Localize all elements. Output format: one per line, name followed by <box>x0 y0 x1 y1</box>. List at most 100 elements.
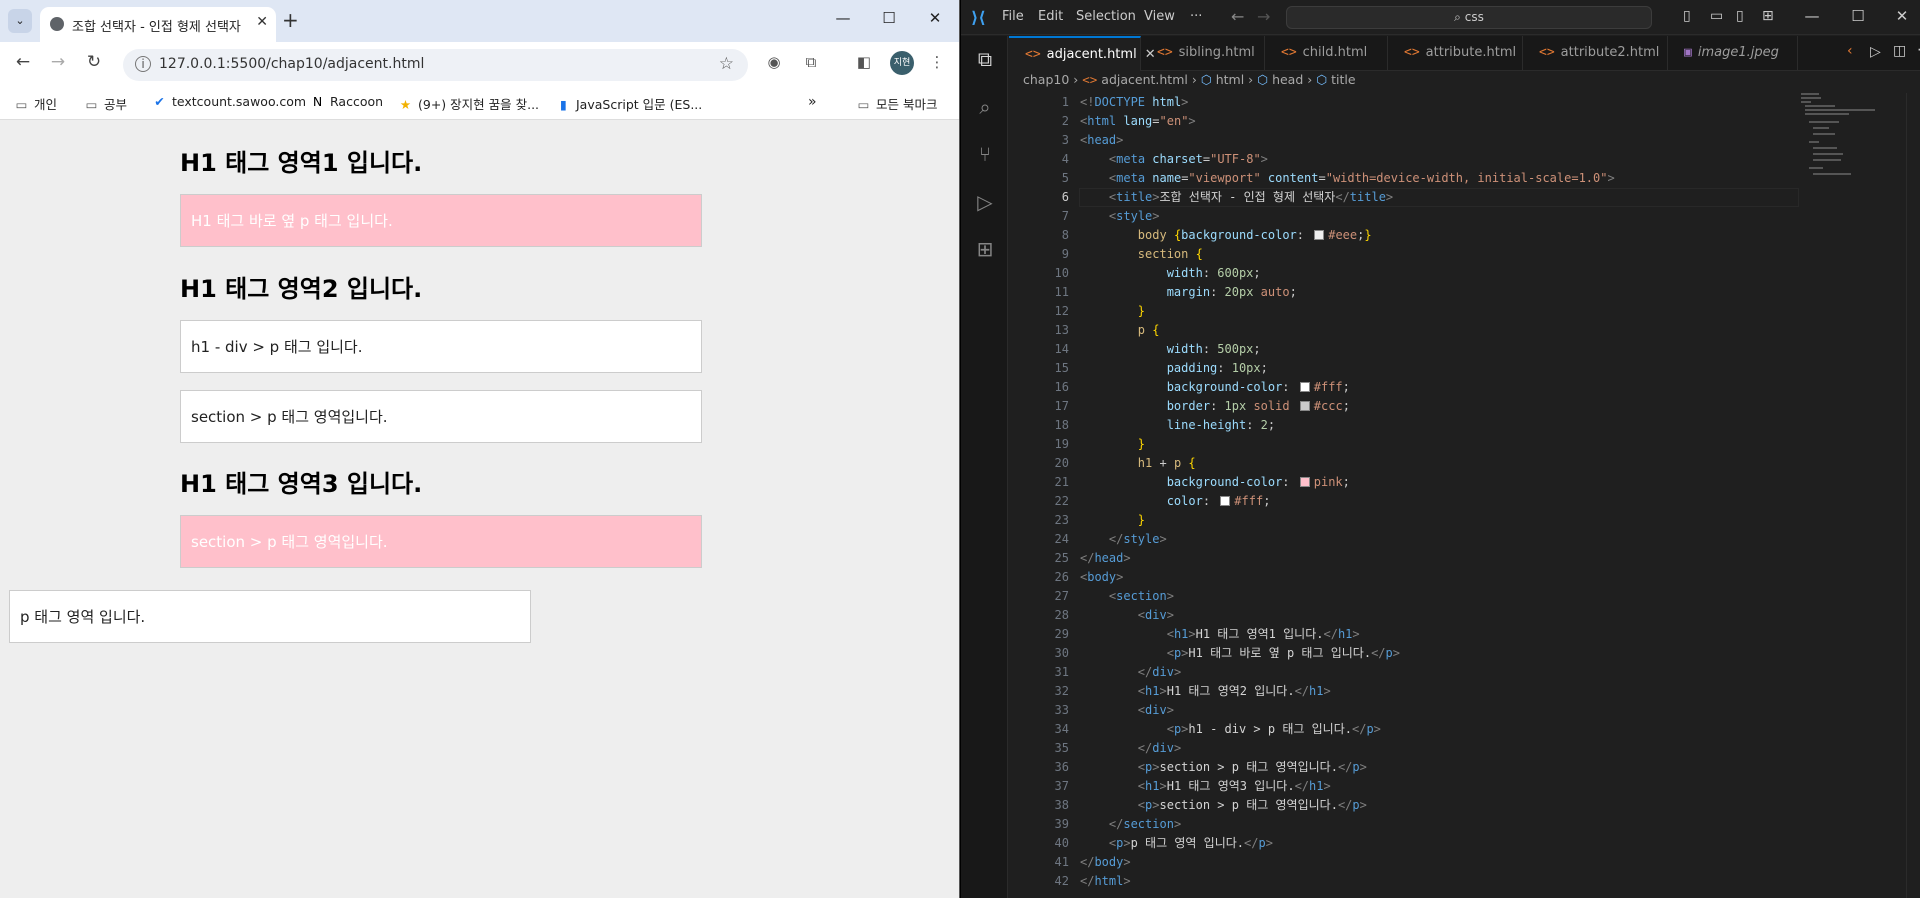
site-info-icon[interactable]: i <box>135 56 151 72</box>
run-debug-icon[interactable]: ▷ <box>972 189 998 215</box>
tab-attribute-html[interactable]: <> attribute.html <box>1388 36 1523 71</box>
code-line[interactable]: </div> <box>1080 663 1181 682</box>
more-bookmarks-button[interactable]: » <box>808 94 817 110</box>
menu-file[interactable]: File <box>1002 9 1024 24</box>
menu-edit[interactable]: Edit <box>1038 9 1063 24</box>
code-line[interactable]: <section> <box>1080 587 1174 606</box>
code-line[interactable]: </section> <box>1080 815 1181 834</box>
code-line[interactable]: p { <box>1080 321 1160 340</box>
code-line[interactable]: <head> <box>1080 131 1123 150</box>
code-line[interactable]: line-height: 2; <box>1080 416 1275 435</box>
code-line[interactable]: <h1>H1 태그 영역3 입니다.</h1> <box>1080 777 1331 796</box>
code-line[interactable]: } <box>1080 511 1145 530</box>
code-line[interactable]: <!DOCTYPE html> <box>1080 93 1188 112</box>
code-line[interactable]: <h1>H1 태그 영역1 입니다.</h1> <box>1080 625 1360 644</box>
address-bar[interactable]: i 127.0.0.1:5500/chap10/adjacent.html ☆ <box>123 49 748 81</box>
back-button[interactable]: ← <box>11 52 35 72</box>
editor-scrollbar[interactable] <box>1906 93 1920 898</box>
code-line[interactable]: section { <box>1080 245 1203 264</box>
code-line[interactable]: <h1>H1 태그 영역2 입니다.</h1> <box>1080 682 1331 701</box>
code-line[interactable]: background-color: #fff; <box>1080 378 1350 397</box>
code-line[interactable]: <p>p 태그 영역 입니다.</p> <box>1080 834 1273 853</box>
code-line[interactable]: padding: 10px; <box>1080 359 1268 378</box>
minimap[interactable] <box>1801 93 1875 183</box>
code-line[interactable]: </div> <box>1080 739 1181 758</box>
tab-search-button[interactable]: ⌄ <box>8 9 32 33</box>
vscode-close-button[interactable]: ✕ <box>1887 7 1917 25</box>
bookmark-item[interactable]: ▮ JavaScript 입문 (ES... <box>556 94 702 113</box>
run-icon[interactable]: ▷ <box>1870 44 1881 60</box>
code-line[interactable]: <p>section > p 태그 영역입니다.</p> <box>1080 758 1367 777</box>
camera-icon[interactable]: ◉ <box>762 53 786 71</box>
split-editor-icon[interactable]: ◫ <box>1893 43 1906 59</box>
code-line[interactable]: <div> <box>1080 701 1174 720</box>
source-control-icon[interactable]: ⑂ <box>972 141 998 167</box>
bookmark-folder[interactable]: ▭ 공부 <box>84 94 127 113</box>
code-line[interactable]: </style> <box>1080 530 1167 549</box>
menu-view[interactable]: View <box>1144 9 1175 24</box>
code-line[interactable]: <body> <box>1080 568 1123 587</box>
code-line[interactable]: width: 500px; <box>1080 340 1261 359</box>
code-line[interactable]: <html lang="en"> <box>1080 112 1196 131</box>
code-line[interactable]: <meta name="viewport" content="width=dev… <box>1080 169 1615 188</box>
toggle-primary-sidebar-icon[interactable]: ▯ <box>1683 8 1691 24</box>
all-bookmarks-folder[interactable]: ▭ 모든 북마크 <box>856 94 938 113</box>
command-center-search[interactable]: ⌕ css <box>1286 6 1652 29</box>
tab-child-html[interactable]: <> child.html <box>1265 36 1388 71</box>
bookmark-folder[interactable]: ▭ 개인 <box>14 94 57 113</box>
vscode-maximize-button[interactable]: ☐ <box>1843 7 1873 25</box>
bookmark-star-icon[interactable]: ☆ <box>719 54 734 74</box>
code-line[interactable]: <p>section > p 태그 영역입니다.</p> <box>1080 796 1367 815</box>
nav-back-icon[interactable]: ← <box>1231 7 1244 26</box>
bookmark-item[interactable]: ★ (9+) 장지현 꿈을 찾... <box>398 94 539 113</box>
more-menu-icon[interactable]: ⋮ <box>925 53 949 71</box>
code-line[interactable]: background-color: pink; <box>1080 473 1350 492</box>
code-line[interactable]: color: #fff; <box>1080 492 1271 511</box>
code-line[interactable]: <p>h1 - div > p 태그 입니다.</p> <box>1080 720 1381 739</box>
tab-attribute2-html[interactable]: <> attribute2.html <box>1523 36 1668 71</box>
tab-sibling-html[interactable]: <> sibling.html <box>1141 36 1265 71</box>
code-line[interactable]: </html> <box>1080 872 1131 891</box>
menu-selection[interactable]: Selection <box>1076 9 1136 24</box>
explorer-icon[interactable]: ⧉ <box>972 46 998 72</box>
new-tab-button[interactable]: + <box>282 8 299 32</box>
bookmark-item[interactable]: N Raccoon <box>310 94 383 109</box>
search-icon[interactable]: ⌕ <box>972 94 998 120</box>
vscode-minimize-button[interactable]: — <box>1797 7 1827 25</box>
menu-more[interactable]: ··· <box>1190 9 1202 24</box>
code-line[interactable]: border: 1px solid #ccc; <box>1080 397 1350 416</box>
close-window-button[interactable]: ✕ <box>920 9 950 27</box>
extensions-icon[interactable]: ⧉ <box>799 53 823 71</box>
code-line[interactable]: <div> <box>1080 606 1174 625</box>
maximize-button[interactable]: ☐ <box>874 9 904 27</box>
side-panel-icon[interactable]: ◧ <box>852 53 876 71</box>
code-line[interactable]: margin: 20px auto; <box>1080 283 1297 302</box>
bookmark-item[interactable]: ✔ textcount.sawoo.com <box>152 94 306 109</box>
nav-forward-icon[interactable]: → <box>1257 7 1270 26</box>
code-line[interactable]: <p>H1 태그 바로 옆 p 태그 입니다.</p> <box>1080 644 1400 663</box>
code-line[interactable]: width: 600px; <box>1080 264 1261 283</box>
profile-avatar[interactable]: 지현 <box>890 51 914 75</box>
toggle-secondary-sidebar-icon[interactable]: ▯ <box>1736 8 1744 24</box>
code-line[interactable]: h1 + p { <box>1080 454 1196 473</box>
extensions-icon[interactable]: ⊞ <box>972 236 998 262</box>
close-tab-icon[interactable]: ✕ <box>256 14 268 30</box>
code-line[interactable]: } <box>1080 302 1145 321</box>
reload-button[interactable]: ↻ <box>82 52 106 72</box>
code-line[interactable]: </head> <box>1080 549 1131 568</box>
code-editor[interactable]: 1 2 3 4 5 6 7 8 9 10 11 12 13 14 15 16 17 18 19 20 21 22 23 24 2… <box>1009 93 1920 898</box>
tab-image1-jpeg[interactable]: ▣ image1.jpeg <box>1668 36 1798 71</box>
code-line[interactable]: <meta charset="UTF-8"> <box>1080 150 1268 169</box>
url-text[interactable]: 127.0.0.1:5500/chap10/adjacent.html <box>159 56 424 72</box>
minimize-button[interactable]: — <box>828 9 858 27</box>
toggle-panel-icon[interactable]: ▭ <box>1710 8 1723 24</box>
code-line[interactable]: </body> <box>1080 853 1131 872</box>
code-line[interactable]: <title>조합 선택자 - 인접 형제 선택자</title> <box>1080 188 1393 207</box>
code-line[interactable]: <style> <box>1080 207 1160 226</box>
code-line[interactable]: body {background-color: #eee;} <box>1080 226 1372 245</box>
browser-tab-active[interactable]: 조합 선택자 - 인접 형제 선택자 ✕ <box>40 7 276 42</box>
forward-button[interactable]: → <box>46 52 70 72</box>
customize-layout-icon[interactable]: ⊞ <box>1762 8 1774 24</box>
code-line[interactable]: } <box>1080 435 1145 454</box>
tab-adjacent-html[interactable]: <> adjacent.html ✕ <box>1009 36 1156 71</box>
